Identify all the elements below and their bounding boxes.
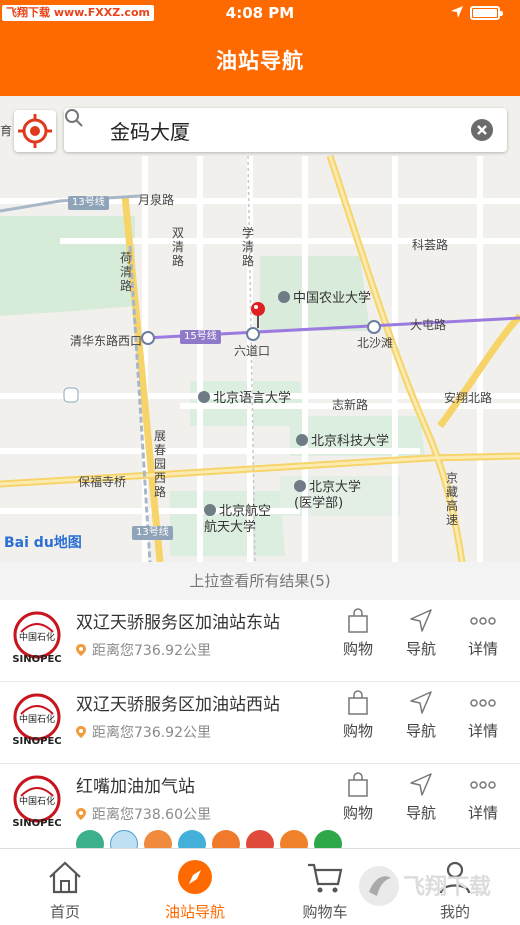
shop-button[interactable]: 购物 bbox=[331, 608, 385, 659]
battery-icon bbox=[470, 6, 503, 20]
page-title: 油站导航 bbox=[0, 26, 520, 96]
road-label: 保福寺桥 bbox=[78, 475, 127, 489]
detail-button[interactable]: 详情 bbox=[456, 772, 510, 823]
road-label: 京藏高速 bbox=[446, 471, 459, 527]
school-icon bbox=[198, 391, 210, 403]
search-bar[interactable] bbox=[64, 108, 507, 152]
search-icon bbox=[65, 109, 83, 127]
road-label: 月泉路 bbox=[138, 193, 175, 207]
shopping-bag-icon bbox=[348, 690, 368, 715]
location-pin-icon bbox=[76, 644, 86, 656]
shop-button[interactable]: 购物 bbox=[331, 772, 385, 823]
station-results-list: 中国石化 SINOPEC 双辽天骄服务区加油站东站 距离您736.92公里 购物… bbox=[0, 600, 520, 848]
svg-text:中国石化: 中国石化 bbox=[19, 631, 55, 643]
list-item[interactable]: 中国石化 SINOPEC 双辽天骄服务区加油站东站 距离您736.92公里 购物… bbox=[0, 600, 520, 682]
metro-line-badge: 15号线 bbox=[180, 330, 221, 344]
road-label: 六道口 bbox=[234, 344, 271, 358]
baidu-map-logo: Bai du地图 bbox=[4, 535, 82, 551]
sinopec-logo-icon: 中国石化 SINOPEC bbox=[12, 775, 62, 829]
svg-text:SINOPEC: SINOPEC bbox=[12, 654, 61, 665]
map-view[interactable]: 月泉路 双清路 学清路 科荟路 荷清路 清华东路西口 六道口 北沙滩 大屯路 志… bbox=[0, 96, 520, 562]
shopping-bag-icon bbox=[348, 772, 368, 797]
location-pin-icon bbox=[76, 726, 86, 738]
school-icon bbox=[278, 291, 290, 303]
road-label: 育 bbox=[0, 124, 13, 138]
station-name: 双辽天骄服务区加油站东站 bbox=[76, 613, 280, 633]
detail-button[interactable]: 详情 bbox=[456, 608, 510, 659]
svg-text:SINOPEC: SINOPEC bbox=[12, 736, 61, 747]
navigate-button[interactable]: 导航 bbox=[394, 608, 448, 659]
road-label: 荷清路 bbox=[120, 251, 133, 293]
navigation-arrow-icon bbox=[410, 691, 432, 714]
station-name: 红嘴加油加气站 bbox=[76, 777, 195, 797]
location-pin-icon bbox=[76, 808, 86, 820]
station-distance: 距离您738.60公里 bbox=[76, 804, 211, 824]
metro-line-badge: 13号线 bbox=[132, 526, 173, 540]
search-input[interactable] bbox=[110, 115, 470, 145]
svg-text:中国石化: 中国石化 bbox=[19, 795, 55, 807]
clear-search-icon[interactable] bbox=[471, 119, 493, 141]
list-item[interactable]: 中国石化 SINOPEC 双辽天骄服务区加油站西站 距离您736.92公里 购物… bbox=[0, 682, 520, 764]
road-label: 科荟路 bbox=[412, 238, 449, 252]
sinopec-logo-icon: 中国石化 SINOPEC bbox=[12, 611, 62, 665]
tab-station-nav[interactable]: 油站导航 bbox=[130, 849, 260, 925]
svg-text:中国石化: 中国石化 bbox=[19, 713, 55, 725]
road-label: 北沙滩 bbox=[357, 336, 394, 350]
compass-icon bbox=[178, 860, 212, 894]
crosshair-icon bbox=[18, 114, 52, 148]
road-label: 安翔北路 bbox=[444, 391, 493, 405]
poi-label: 中国农业大学 bbox=[278, 287, 371, 306]
station-distance: 距离您736.92公里 bbox=[76, 722, 211, 742]
road-label: 双清路 bbox=[172, 226, 185, 268]
station-name: 双辽天骄服务区加油站西站 bbox=[76, 695, 280, 715]
navigate-button[interactable]: 导航 bbox=[394, 690, 448, 741]
poi-label: 北京大学 (医学部) bbox=[294, 480, 362, 511]
road-label: 学清路 bbox=[242, 226, 255, 268]
station-distance: 距离您736.92公里 bbox=[76, 640, 211, 660]
navigation-arrow-icon bbox=[410, 773, 432, 796]
more-dots-icon bbox=[470, 699, 496, 707]
poi-label: 北京航空 航天大学 bbox=[204, 504, 272, 535]
status-time: 4:08 PM bbox=[225, 4, 295, 22]
shop-button[interactable]: 购物 bbox=[331, 690, 385, 741]
locate-me-button[interactable] bbox=[14, 110, 56, 152]
location-arrow-icon bbox=[451, 6, 463, 18]
more-dots-icon bbox=[470, 617, 496, 625]
school-icon bbox=[294, 480, 306, 492]
svg-text:SINOPEC: SINOPEC bbox=[12, 818, 61, 829]
road-label: 展春园西路 bbox=[154, 429, 167, 499]
school-icon bbox=[296, 434, 308, 446]
tab-home[interactable]: 首页 bbox=[0, 849, 130, 925]
school-icon bbox=[204, 504, 216, 516]
road-label: 志新路 bbox=[332, 398, 369, 412]
poi-label: 北京科技大学 bbox=[296, 430, 389, 449]
cart-icon bbox=[308, 863, 343, 893]
navigate-button[interactable]: 导航 bbox=[394, 772, 448, 823]
more-dots-icon bbox=[470, 781, 496, 789]
sinopec-logo-icon: 中国石化 SINOPEC bbox=[12, 693, 62, 747]
home-icon bbox=[49, 861, 81, 894]
road-label: 清华东路西口 bbox=[70, 334, 143, 348]
svg-text:飞翔下载: 飞翔下载 bbox=[403, 874, 491, 900]
shopping-bag-icon bbox=[348, 608, 368, 633]
status-bar: 飞翔下载 www.FXXZ.com 4:08 PM bbox=[0, 0, 520, 26]
road-label: 大屯路 bbox=[410, 318, 447, 332]
pull-up-results-bar[interactable]: 上拉查看所有结果(5) bbox=[0, 562, 520, 600]
navigation-arrow-icon bbox=[410, 609, 432, 632]
detail-button[interactable]: 详情 bbox=[456, 690, 510, 741]
watermark-logo: 飞翔下载 bbox=[355, 862, 505, 910]
poi-label: 北京语言大学 bbox=[198, 387, 291, 406]
metro-line-badge: 13号线 bbox=[68, 196, 109, 210]
